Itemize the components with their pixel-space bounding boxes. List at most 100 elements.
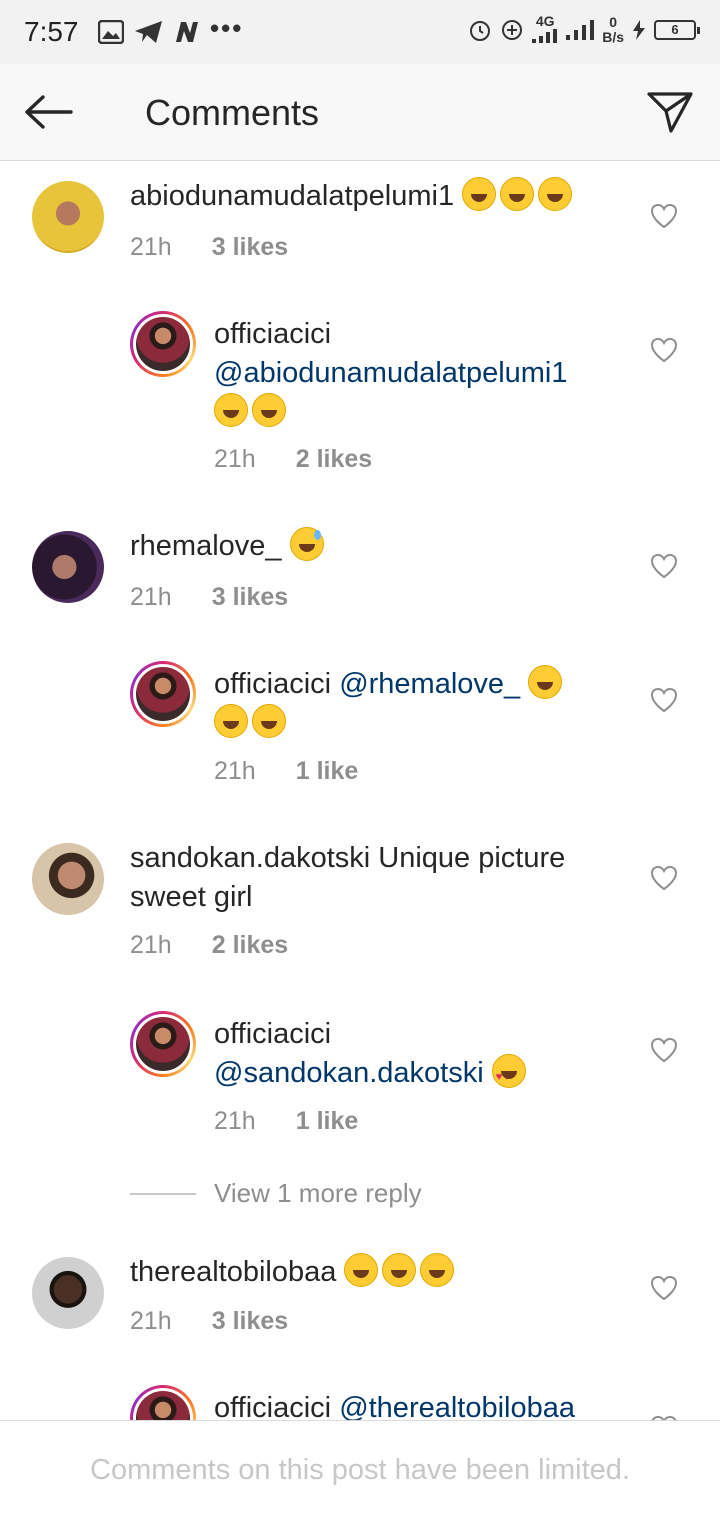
- comment-likes[interactable]: 2 likes: [296, 445, 372, 474]
- status-time: 7:57: [24, 16, 79, 47]
- telegram-icon: [135, 21, 162, 43]
- status-right: 4G 0 B/s 6: [468, 14, 700, 46]
- comment-time: 21h: [214, 1107, 256, 1135]
- comment-username[interactable]: officiacici: [214, 1018, 331, 1050]
- alarm-icon: [470, 21, 491, 41]
- comment-mention[interactable]: @sandokan.dakotski: [214, 1057, 484, 1089]
- avatar[interactable]: [32, 181, 104, 253]
- heart-icon[interactable]: [650, 203, 678, 229]
- laughing-emoji-icon: [382, 1253, 417, 1287]
- comment-username[interactable]: officiacici: [214, 668, 331, 700]
- comment-likes[interactable]: 1 like: [296, 757, 359, 786]
- comment-time: 21h: [130, 931, 172, 959]
- comments-header: Comments: [0, 64, 720, 161]
- comment-username[interactable]: therealtobilobaa: [130, 1256, 336, 1288]
- avatar[interactable]: [32, 1257, 104, 1329]
- comment-text: sandokan.dakotski Unique picture sweet g…: [130, 839, 640, 917]
- avatar[interactable]: [32, 531, 104, 603]
- emoji-group: [289, 527, 328, 562]
- back-arrow-icon: [25, 95, 73, 129]
- status-more-dots: •••: [210, 12, 244, 43]
- charging-icon: [633, 20, 645, 40]
- comment-likes[interactable]: 3 likes: [212, 233, 288, 262]
- comment-text: rhemalove_: [130, 527, 640, 566]
- comment-meta: 21h 3 likes: [130, 583, 288, 612]
- page-title: Comments: [145, 92, 320, 133]
- comment-mention[interactable]: @therealtobilobaa: [339, 1392, 575, 1420]
- avatar[interactable]: [130, 661, 196, 727]
- emoji-group: [462, 177, 576, 212]
- view-more-label: View 1 more reply: [214, 1178, 422, 1208]
- comment-meta: 21h 3 likes: [130, 1307, 288, 1336]
- comment-meta: 21h 1 like: [214, 1107, 358, 1136]
- laughing-emoji-icon: [538, 177, 573, 211]
- comment-time: 21h: [130, 583, 172, 611]
- comment-text: officiacici @sandokan.dakotski: [214, 1015, 634, 1097]
- avatar[interactable]: [130, 1385, 196, 1420]
- heart-eyes-emoji-icon: [491, 1054, 526, 1097]
- comment-meta: 21h 2 likes: [130, 931, 288, 960]
- divider: [130, 1192, 196, 1195]
- comments-list[interactable]: abiodunamudalatpelumi1 21h 3 likes offic…: [0, 161, 720, 1420]
- laughing-emoji-icon: [420, 1253, 455, 1287]
- heart-icon[interactable]: [650, 687, 678, 713]
- comments-limited-footer: Comments on this post have been limited.: [0, 1420, 720, 1520]
- status-left-icons: •••: [98, 13, 243, 44]
- comment-meta: 21h 1 like: [214, 757, 358, 786]
- avatar[interactable]: [32, 843, 104, 915]
- comment-text: abiodunamudalatpelumi1: [130, 177, 640, 216]
- laughing-emoji-icon: [252, 393, 286, 427]
- comment-username[interactable]: abiodunamudalatpelumi1: [130, 180, 454, 212]
- comment-likes[interactable]: 1 like: [296, 1107, 359, 1136]
- emoji-group: [491, 1054, 530, 1097]
- comment-meta: 21h 3 likes: [130, 233, 288, 262]
- laughing-emoji-icon: [252, 704, 286, 738]
- direct-send-icon: [647, 92, 693, 133]
- emoji-group: [344, 1253, 458, 1288]
- data-saver-icon: [502, 20, 523, 40]
- heart-icon[interactable]: [650, 337, 678, 363]
- comment-username[interactable]: officiacici: [214, 1392, 331, 1420]
- back-button[interactable]: [18, 86, 78, 138]
- heart-icon[interactable]: [650, 553, 678, 579]
- comment-likes[interactable]: 3 likes: [212, 583, 288, 612]
- heart-icon[interactable]: [650, 1037, 678, 1063]
- battery-indicator: 6: [654, 20, 700, 40]
- comment-mention[interactable]: @rhemalove_: [339, 668, 520, 700]
- laughing-emoji-icon: [214, 704, 248, 738]
- comment-time: 21h: [214, 445, 256, 473]
- comment-likes[interactable]: 3 likes: [212, 1307, 288, 1336]
- direct-send-button[interactable]: [642, 86, 698, 138]
- comment-mention[interactable]: @abiodunamudalatpelumi1: [214, 357, 568, 389]
- sweat-smile-emoji-icon: [289, 527, 324, 561]
- network-type: 4G: [532, 14, 558, 46]
- comments-limited-notice: Comments on this post have been limited.: [90, 1454, 630, 1486]
- view-more-replies-button[interactable]: View 1 more reply: [130, 1178, 422, 1209]
- comment-time: 21h: [130, 233, 172, 261]
- signal-icon-2: [566, 20, 595, 40]
- avatar[interactable]: [130, 1011, 196, 1077]
- comment-text: officiacici @rhemalove_: [214, 665, 634, 743]
- laughing-emoji-icon: [500, 177, 535, 211]
- comment-text: therealtobilobaa: [130, 1253, 640, 1292]
- comment-likes[interactable]: 2 likes: [212, 931, 288, 960]
- comment-time: 21h: [130, 1307, 172, 1335]
- laughing-emoji-icon: [214, 393, 248, 427]
- avatar[interactable]: [130, 311, 196, 377]
- laughing-emoji-icon: [462, 177, 497, 211]
- comment-text: officiacici @therealtobilobaa: [214, 1389, 654, 1420]
- heart-icon[interactable]: [650, 1275, 678, 1301]
- comment-username[interactable]: sandokan.dakotski: [130, 842, 370, 874]
- n-icon: [176, 22, 198, 42]
- laughing-emoji-icon: [528, 665, 563, 699]
- signal-icon: [532, 29, 558, 43]
- emoji-group: [214, 393, 290, 428]
- gallery-icon: [98, 20, 124, 44]
- heart-icon[interactable]: [650, 865, 678, 891]
- comment-text: officiacici @abiodunamudalatpelumi1: [214, 315, 634, 432]
- status-bar: 7:57 ••• 4G 0 B/s 6: [0, 0, 720, 64]
- comment-username[interactable]: rhemalove_: [130, 530, 282, 562]
- comment-username[interactable]: officiacici: [214, 318, 331, 350]
- comment-meta: 21h 2 likes: [214, 445, 372, 474]
- laughing-emoji-icon: [344, 1253, 379, 1287]
